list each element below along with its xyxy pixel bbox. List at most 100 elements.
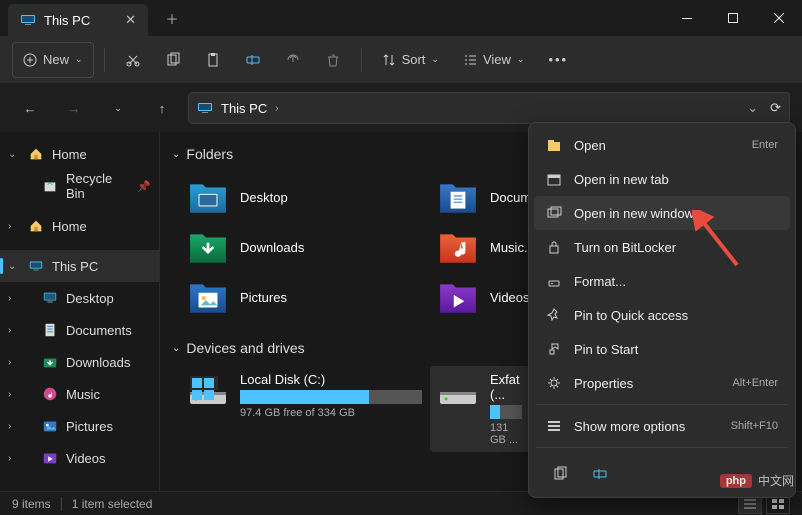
ctx-label: Open (574, 138, 606, 153)
sidebar-item-home[interactable]: ›Home (0, 210, 159, 242)
paste-button[interactable] (195, 42, 231, 78)
props-icon (546, 375, 562, 391)
sidebar-label: Desktop (66, 291, 114, 306)
format-icon (546, 273, 562, 289)
sidebar-item-this-pc[interactable]: ⌄This PC (0, 250, 159, 282)
ctx-open-in-new-window[interactable]: Open in new window (534, 196, 790, 230)
watermark: php 中文网 (720, 472, 794, 489)
drive-item[interactable]: Local Disk (C:) 97.4 GB free of 334 GB (180, 366, 430, 452)
folder-label: Desktop (240, 190, 288, 205)
drive-usage-bar (240, 390, 422, 404)
more-button[interactable]: ••• (538, 42, 578, 78)
maximize-button[interactable] (710, 0, 756, 36)
tab-title: This PC (44, 13, 90, 28)
ctx-label: Properties (574, 376, 633, 391)
delete-button[interactable] (315, 42, 351, 78)
chevron-down-icon: ⌄ (75, 54, 83, 65)
cut-button[interactable] (115, 42, 151, 78)
drive-usage-bar (490, 405, 522, 419)
chevron-down-icon: ⌄ (8, 149, 16, 160)
pinstart-icon (546, 341, 562, 357)
new-tab-button[interactable]: ＋ (156, 2, 188, 34)
ctx-open[interactable]: OpenEnter (534, 128, 790, 162)
sidebar-item-videos[interactable]: ›Videos (0, 442, 159, 474)
share-icon (285, 52, 301, 68)
sidebar-item-desktop[interactable]: › Desktop (0, 282, 159, 314)
videos-icon (42, 450, 58, 466)
forward-button[interactable]: → (56, 90, 92, 126)
docs-folder-icon (438, 179, 478, 215)
folder-pictures[interactable]: Pictures (180, 272, 430, 322)
home-icon (28, 146, 44, 162)
newwin-icon (546, 205, 562, 221)
ctx-format-[interactable]: Format... (534, 264, 790, 298)
ctx-copy-button[interactable] (542, 458, 578, 490)
chevron-down-icon: ⌄ (431, 54, 439, 65)
docs-icon (42, 322, 58, 338)
home-icon (28, 218, 44, 234)
ctx-shortcut: Shift+F10 (731, 420, 778, 432)
ctx-show-more-options[interactable]: Show more options Shift+F10 (534, 409, 790, 443)
up-button[interactable]: ↑ (144, 90, 180, 126)
back-button[interactable]: ← (12, 90, 48, 126)
selection-count: 1 item selected (72, 497, 153, 511)
view-icon (463, 53, 477, 67)
close-icon[interactable]: ✕ (125, 12, 136, 28)
breadcrumb[interactable]: This PC (221, 101, 267, 116)
pictures-icon (42, 418, 58, 434)
titlebar: This PC ✕ ＋ (0, 0, 802, 36)
videos-folder-icon (438, 279, 478, 315)
view-button[interactable]: View ⌄ (453, 42, 535, 78)
recent-button[interactable]: ⌄ (100, 90, 136, 126)
refresh-button[interactable]: ⟳ (770, 100, 781, 116)
copy-button[interactable] (155, 42, 191, 78)
sidebar-item-documents[interactable]: ›Documents (0, 314, 159, 346)
ctx-turn-on-bitlocker[interactable]: Turn on BitLocker (534, 230, 790, 264)
folder-label: Pictures (240, 290, 287, 305)
folder-downloads[interactable]: Downloads (180, 222, 430, 272)
divider (361, 48, 362, 72)
new-button[interactable]: New ⌄ (12, 42, 94, 78)
sidebar-item-music[interactable]: ›Music (0, 378, 159, 410)
rename-icon (245, 52, 261, 68)
sidebar-item-home[interactable]: ⌄ Home (0, 138, 159, 170)
downloads-folder-icon (188, 229, 228, 265)
ctx-open-in-new-tab[interactable]: Open in new tab (534, 162, 790, 196)
drive-item[interactable]: Exfat (... 131 GB ... (430, 366, 530, 452)
ctx-pin-to-start[interactable]: Pin to Start (534, 332, 790, 366)
pin-icon (546, 307, 562, 323)
chevron-right-icon[interactable]: › (275, 103, 278, 114)
drive-free-text: 97.4 GB free of 334 GB (240, 407, 422, 419)
copy-icon (165, 52, 181, 68)
sidebar-item-downloads[interactable]: ›Downloads (0, 346, 159, 378)
sidebar-item-pictures[interactable]: ›Pictures (0, 410, 159, 442)
drive-label: Local Disk (C:) (240, 372, 422, 387)
chevron-down-icon: ⌄ (8, 261, 16, 272)
minimize-button[interactable] (664, 0, 710, 36)
ctx-rename-button[interactable] (582, 458, 618, 490)
ctx-label: Pin to Quick access (574, 308, 688, 323)
sort-button[interactable]: Sort ⌄ (372, 42, 449, 78)
folder-desktop[interactable]: Desktop (180, 172, 430, 222)
ctx-label: Turn on BitLocker (574, 240, 676, 255)
chevron-right-icon: › (8, 453, 11, 464)
chevron-right-icon: › (8, 293, 11, 304)
close-button[interactable] (756, 0, 802, 36)
bitlocker-icon (546, 239, 562, 255)
plus-circle-icon (23, 53, 37, 67)
ctx-pin-to-quick-access[interactable]: Pin to Quick access (534, 298, 790, 332)
share-button[interactable] (275, 42, 311, 78)
sidebar-label: Pictures (66, 419, 113, 434)
tab-this-pc[interactable]: This PC ✕ (8, 4, 148, 36)
ctx-label: Pin to Start (574, 342, 638, 357)
ctx-properties[interactable]: PropertiesAlt+Enter (534, 366, 790, 400)
address-bar[interactable]: This PC › ⌄ ⟳ (188, 92, 790, 124)
rename-button[interactable] (235, 42, 271, 78)
chevron-down-icon[interactable]: ⌄ (747, 100, 758, 116)
ctx-label: Show more options (574, 419, 685, 434)
sidebar-label: Home (52, 147, 87, 162)
sidebar-item-recycle-bin[interactable]: Recycle Bin📌 (0, 170, 159, 202)
more-icon (546, 418, 562, 434)
toolbar: New ⌄ Sort ⌄ View ⌄ ••• (0, 36, 802, 84)
music-icon (42, 386, 58, 402)
